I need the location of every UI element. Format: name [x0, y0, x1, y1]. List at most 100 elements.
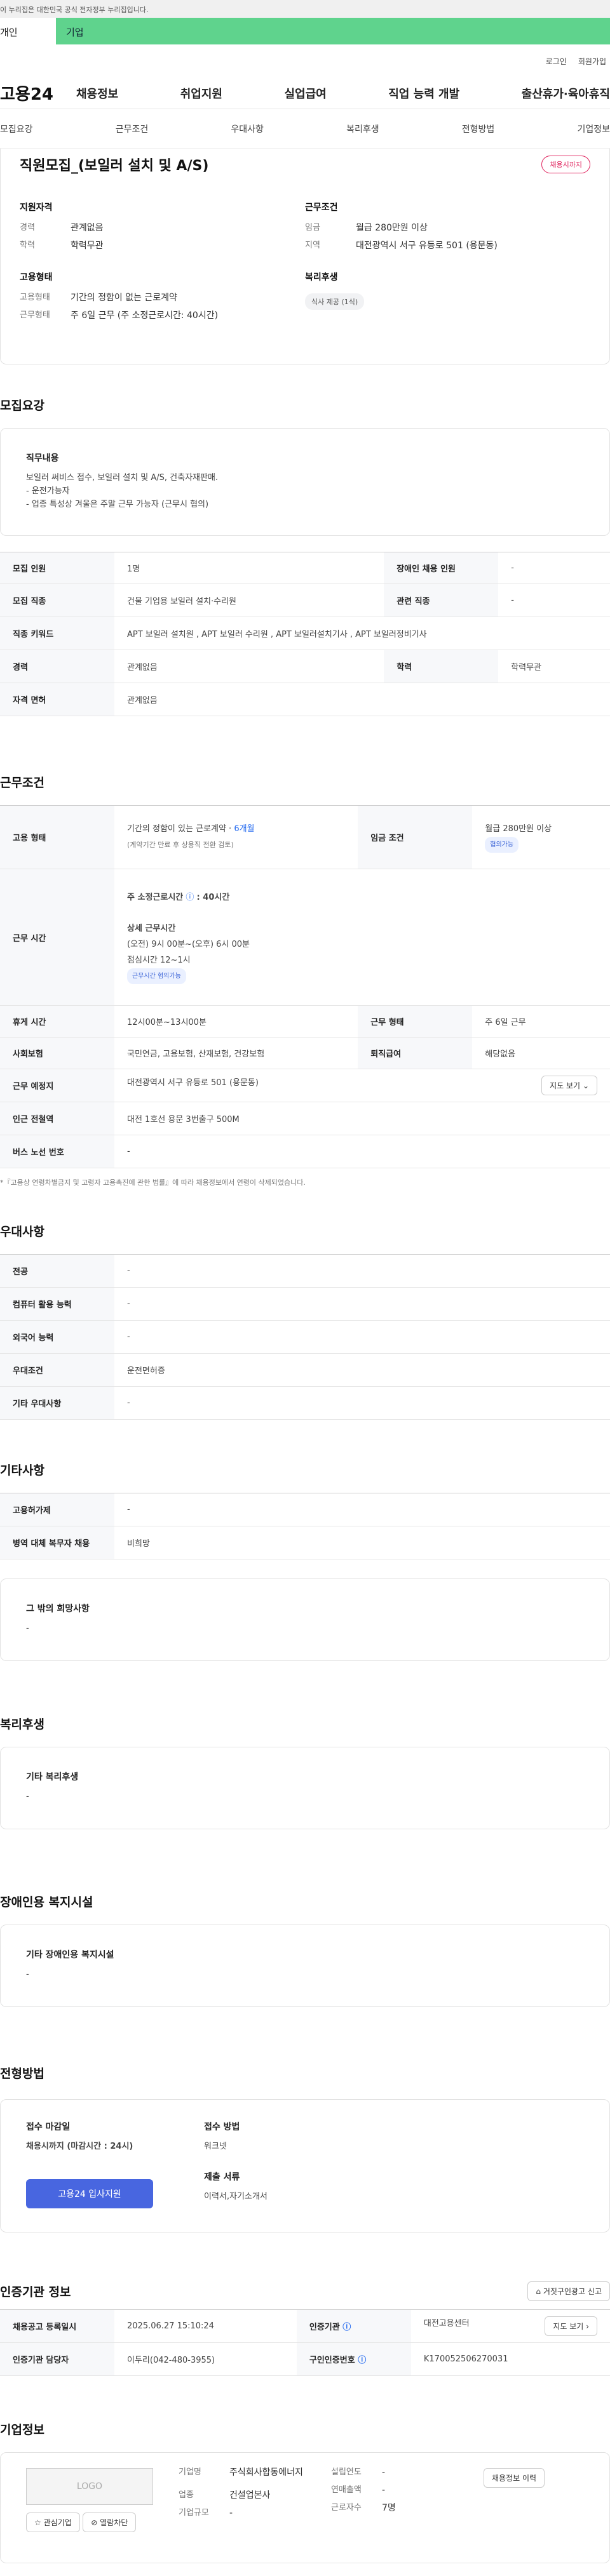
table-row: 인근 전철역 대전 1호선 용문 3번출구 500M [0, 1102, 610, 1135]
user-type-tabs: 개인 기업 [0, 18, 610, 44]
recruit-table: 모집 인원 1명 장애인 채용 인원 - 모집 직종 건물 기업용 보일러 설치·수리… [0, 552, 610, 716]
deadline-badge: 채용시까지 [541, 156, 590, 173]
table-row: 외국어 능력 - [0, 1320, 610, 1354]
chevron-down-icon: ⌄ [582, 1081, 589, 1090]
table-row: 채용공고 등록일시 2025.06.27 15:10:24 인증기관 ⓘ 대전고용… [0, 2309, 610, 2343]
anchor-welfare[interactable]: 복리후생 [346, 123, 379, 135]
welfare-box: 기타 복리후생 - [0, 1747, 610, 1829]
table-row: 인증기관 담당자 이두리(042-480-3955) 구인인증번호 ⓘ K1700… [0, 2342, 610, 2376]
table-row: 고용허가제 - [0, 1493, 610, 1526]
apply-box: 접수 마감일 채용시까지 (마감시간 : 24시) 고용24 입사지원 접수 방… [0, 2099, 610, 2232]
edu-value: 학력무관 [71, 241, 104, 251]
company-box: LOGO ☆ 관심기업 ⊘ 열람차단 기업명 주식회사합동에너지 업종 건설업본사 … [0, 2452, 610, 2563]
section-title-work: 근무조건 [0, 776, 44, 790]
wage-value: 월급 280만원 이상 [356, 223, 428, 233]
duty-box: 직무내용 보일러 써비스 접수, 보일러 설치 및 A/S, 건축자재판매. -… [0, 428, 610, 536]
duty-line: 보일러 써비스 접수, 보일러 설치 및 A/S, 건축자재판매. [26, 473, 219, 483]
table-row: 경력 관계없음 학력 학력무관 [0, 650, 610, 683]
work-table: 고용 형태 기간의 정함이 있는 근로계약 · 6개월 (계약기간 만료 후 상용… [0, 805, 610, 1168]
site-logo[interactable]: 고용24 [0, 81, 76, 105]
company-logo-placeholder: LOGO [26, 2468, 153, 2505]
apply-button[interactable]: 고용24 입사지원 [26, 2179, 153, 2208]
info-icon[interactable]: ⓘ [342, 2323, 351, 2332]
cond-title: 근무조건 [305, 203, 338, 213]
section-anchor-nav: 모집요강 근무조건 우대사항 복리후생 전형방법 기업정보 [0, 109, 610, 149]
deadline-text: 채용시까지 (마감시간 : 24시) [26, 2142, 133, 2151]
job-title: 직원모집_(보일러 설치 및 A/S) [20, 158, 209, 174]
chevron-right-icon: › [586, 2322, 589, 2331]
negotiable-chip: 협의가능 [485, 837, 519, 853]
favorite-company-button[interactable]: ☆ 관심기업 [26, 2513, 80, 2532]
career-value: 관계없음 [71, 223, 104, 233]
table-row: 휴게 시간 12시00분~13시00분 근무 형태 주 6일 근무 [0, 1005, 610, 1038]
duty-line: - 업종 특성상 겨울은 주말 근무 가능자 (근무시 협의) [26, 499, 209, 509]
table-row: 병역 대체 복무자 채용 비희망 [0, 1526, 610, 1559]
map-button[interactable]: 지도 보기 ⌄ [541, 1076, 597, 1095]
emp-title: 고용형태 [20, 272, 53, 283]
section-title-company: 기업정보 [0, 2423, 44, 2437]
region-value: 대전광역시 서구 유등로 501 (용문동) [356, 241, 498, 251]
gnb-employment-support[interactable]: 취업지원 [180, 85, 222, 102]
history-button[interactable]: 채용정보 이력 [484, 2468, 545, 2488]
anchor-pref[interactable]: 우대사항 [231, 123, 264, 135]
info-icon[interactable]: ⓘ [358, 2356, 366, 2365]
block-icon: ⊘ [91, 2518, 98, 2527]
workform-value: 주 6일 근무 (주 소정근로시간: 40시간) [71, 310, 219, 321]
signup-link[interactable]: 회원가입 [578, 56, 606, 67]
table-row: 우대조건 운전면허증 [0, 1353, 610, 1387]
agency-table: 채용공고 등록일시 2025.06.27 15:10:24 인증기관 ⓘ 대전고용… [0, 2309, 610, 2376]
table-row: 고용 형태 기간의 정함이 있는 근로계약 · 6개월 (계약기간 만료 후 상용… [0, 805, 610, 869]
table-row: 근무 시간 주 소정근로시간 ⓘ : 40시간 상세 근무시간 (오전) 9시 … [0, 869, 610, 1006]
job-summary-card: 직원모집_(보일러 설치 및 A/S) 채용시까지 지원자격 경력 관계없음 학력… [0, 149, 610, 364]
table-row: 버스 노선 번호 - [0, 1135, 610, 1168]
hope-box: 그 밖의 희망사항 - [0, 1578, 610, 1661]
gnb-job-training[interactable]: 직업 능력 개발 [388, 85, 459, 102]
pref-table: 전공 - 컴퓨터 활용 능력 - 외국어 능력 - 우대조건 운전면허증 기타 우대사항… [0, 1254, 610, 1420]
welfare-chip: 식사 제공 (1식) [305, 293, 365, 310]
section-title-pref: 우대사항 [0, 1225, 44, 1239]
table-row: 컴퓨터 활용 능력 - [0, 1287, 610, 1321]
info-icon[interactable]: ⓘ [186, 893, 194, 902]
emp-value: 기간의 정함이 없는 근로계약 [71, 293, 177, 303]
disability-box: 기타 장애인용 복지시설 - [0, 1925, 610, 2007]
table-row: 직종 키워드 APT 보일러 설치원 , APT 보일러 수리원 , APT 보일… [0, 617, 610, 650]
tab-company[interactable]: 기업 [56, 18, 610, 44]
table-row: 모집 인원 1명 장애인 채용 인원 - [0, 552, 610, 584]
star-icon: ☆ [34, 2518, 41, 2527]
table-row: 사회보험 국민연금, 고용보험, 산재보험, 건강보험 퇴직급여 해당없음 [0, 1037, 610, 1069]
anchor-recruit[interactable]: 모집요강 [0, 123, 33, 135]
etc-table: 고용허가제 - 병역 대체 복무자 채용 비희망 [0, 1493, 610, 1559]
gnb-jobs[interactable]: 채용정보 [76, 85, 118, 102]
gnb-unemployment-benefit[interactable]: 실업급여 [285, 85, 327, 102]
global-nav: 고용24 채용정보 취업지원 실업급여 직업 능력 개발 출산휴가·육아휴직 [0, 77, 610, 109]
section-title-agency: 인증기관 정보 [0, 2285, 71, 2299]
tab-personal[interactable]: 개인 [0, 18, 56, 44]
section-title-recruit: 모집요강 [0, 399, 44, 413]
table-row: 전공 - [0, 1254, 610, 1288]
section-title-disability: 장애인용 복지시설 [0, 1895, 93, 1909]
gnb-parental-leave[interactable]: 출산휴가·육아휴직 [522, 85, 610, 102]
table-row: 근무 예정지 대전광역시 서구 유등로 501 (용문동) 지도 보기 ⌄ [0, 1069, 610, 1102]
qual-title: 지원자격 [20, 203, 53, 213]
section-title-etc: 기타사항 [0, 1464, 44, 1478]
company-name: 주식회사합동에너지 [229, 2467, 303, 2478]
anchor-apply[interactable]: 전형방법 [462, 123, 495, 135]
duty-line: - 운전가능자 [26, 486, 70, 496]
age-note: *『고용상 연령차별금지 및 고령자 고용촉진에 관한 법률』에 따라 채용정보… [0, 1178, 306, 1187]
section-title-welfare: 복리후생 [0, 1718, 44, 1732]
anchor-work[interactable]: 근무조건 [116, 123, 149, 135]
anchor-company[interactable]: 기업정보 [577, 123, 610, 135]
time-negotiable-chip: 근무시간 협의가능 [127, 968, 186, 985]
gov-notice: 이 누리집은 대한민국 공식 전자정부 누리집입니다. [0, 0, 610, 18]
welfare-title: 복리후생 [305, 272, 338, 283]
section-title-apply: 전형방법 [0, 2067, 44, 2081]
login-link[interactable]: 로그인 [546, 56, 567, 67]
report-button[interactable]: ⌂ 거짓구인광고 신고 [527, 2281, 610, 2301]
block-view-button[interactable]: ⊘ 열람차단 [83, 2513, 137, 2532]
agency-map-button[interactable]: 지도 보기 › [545, 2316, 597, 2336]
home-icon: ⌂ [536, 2287, 541, 2296]
table-row: 기타 우대사항 - [0, 1386, 610, 1420]
utility-bar: 로그인 회원가입 [0, 44, 610, 77]
table-row: 자격 면허 관계없음 [0, 683, 610, 716]
table-row: 모집 직종 건물 기업용 보일러 설치·수리원 관련 직종 - [0, 584, 610, 617]
